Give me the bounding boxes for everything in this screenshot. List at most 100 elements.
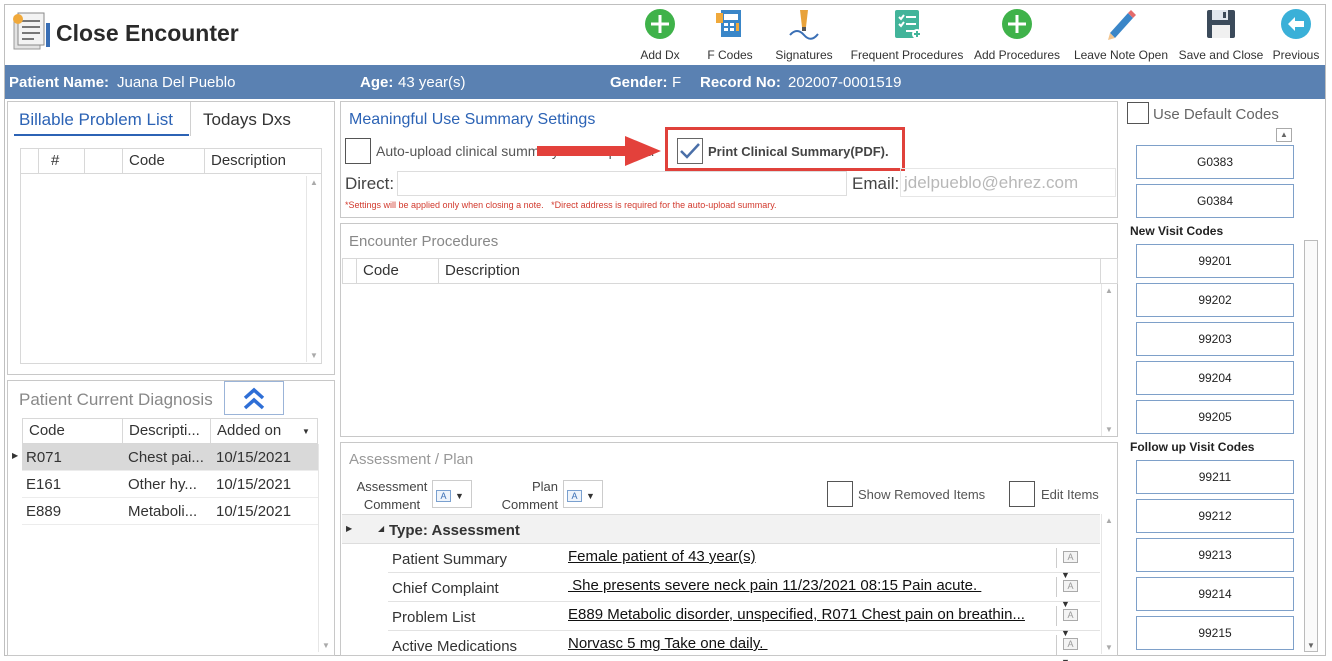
add-dx-button[interactable]: Add Dx [633,5,687,63]
leave-note-open-button[interactable]: Leave Note Open [1072,5,1170,63]
row-label: Chief Complaint [392,580,499,597]
row-value[interactable]: She presents severe neck pain 11/23/2021… [568,577,1052,594]
codes-scrollbar[interactable]: ▼ [1304,240,1318,652]
codes-scroll-up-icon[interactable]: ▲ [1276,128,1292,142]
col-description[interactable]: Description [205,149,323,173]
assessment-row[interactable]: Patient Summary Female patient of 43 yea… [388,544,1100,580]
scroll-down-icon[interactable]: ▼ [1105,425,1113,434]
diagnosis-header: Code Descripti... Added on ▼ [22,418,318,444]
collapse-button[interactable] [224,381,284,415]
diagnosis-panel-title: Patient Current Diagnosis [19,390,213,409]
scroll-up-icon[interactable]: ▲ [310,178,318,187]
assessment-row[interactable]: Chief Complaint She presents severe neck… [388,573,1100,609]
col-dx-code[interactable]: Code [23,419,123,443]
table-row[interactable]: E889 Metaboli... 10/15/2021 [22,498,318,525]
code-button-99211[interactable]: 99211 [1136,460,1294,494]
direct-address-input[interactable] [397,171,847,196]
row-format-dropdown[interactable]: A▼ [1056,548,1090,580]
print-summary-checkbox[interactable] [677,138,703,164]
patient-gender: F [672,74,682,91]
record-label: Record No: [700,74,781,91]
dx-description: Metaboli... [128,503,198,520]
assessment-scrollbar[interactable]: ▲ ▼ [1101,514,1115,654]
table-row[interactable]: ▶ R071 Chest pai... 10/15/2021 [12,444,318,471]
dx-date: 10/15/2021 [216,503,292,520]
frequent-procedures-label: Frequent Procedures [850,48,964,62]
checkmark-icon [680,143,700,159]
previous-button[interactable]: Previous [1270,5,1322,63]
page-title: Close Encounter [56,20,239,46]
dx-date: 10/15/2021 [216,476,292,493]
tab-divider [190,102,191,136]
plus-circle-icon [1000,7,1034,41]
direct-label: Direct: [345,174,395,193]
row-label: Problem List [392,609,476,626]
add-procedures-button[interactable]: Add Procedures [972,5,1062,63]
row-format-dropdown[interactable]: A▼ [1056,635,1090,661]
use-default-codes-checkbox[interactable] [1127,102,1149,124]
row-label: Patient Summary [392,551,508,568]
assessment-row[interactable]: Active Medications Norvasc 5 mg Take one… [388,631,1100,661]
dx-date: 10/15/2021 [216,449,292,466]
code-button-g0384[interactable]: G0384 [1136,184,1294,218]
row-format-dropdown[interactable]: A▼ [1056,606,1090,638]
expand-triangle-icon[interactable]: ◢ [378,524,384,533]
code-button-99204[interactable]: 99204 [1136,361,1294,395]
chevron-down-icon: ▼ [586,490,595,501]
assessment-comment-format-dropdown[interactable]: A ▼ [432,480,472,508]
scroll-up-icon[interactable]: ▲ [1105,286,1113,295]
code-button-99215[interactable]: 99215 [1136,616,1294,650]
email-input[interactable]: jdelpueblo@ehrez.com [900,168,1116,197]
dx-code: E889 [26,503,62,520]
plan-comment-label-1: Plan [531,479,558,494]
assessment-group-header[interactable]: ▶ ◢ Type: Assessment [342,514,1100,544]
code-button-99214[interactable]: 99214 [1136,577,1294,611]
settings-note: *Settings will be applied only when clos… [345,200,777,210]
code-button-99205[interactable]: 99205 [1136,400,1294,434]
assessment-row[interactable]: Problem List E889 Metabolic disorder, un… [388,602,1100,638]
col-proc-description[interactable]: Description [439,259,1101,283]
text-format-icon: A [436,489,451,502]
scroll-down-icon[interactable]: ▼ [1105,643,1113,652]
col-proc-code[interactable]: Code [357,259,439,283]
col-number[interactable]: # [39,149,85,173]
row-value[interactable]: E889 Metabolic disorder, unspecified, R0… [568,606,1052,623]
frequent-procedures-button[interactable]: Frequent Procedures [849,5,965,63]
row-value[interactable]: Norvasc 5 mg Take one daily. [568,635,1052,652]
f-codes-label: F Codes [707,48,753,62]
code-button-99202[interactable]: 99202 [1136,283,1294,317]
row-value[interactable]: Female patient of 43 year(s) [568,548,1052,565]
procedures-scrollbar[interactable]: ▲ ▼ [1101,284,1115,436]
edit-items-checkbox[interactable] [1009,481,1035,507]
previous-label: Previous [1272,48,1320,62]
row-pointer-icon: ▶ [346,524,353,533]
code-button-99213[interactable]: 99213 [1136,538,1294,572]
row-label: Active Medications [392,638,518,655]
code-button-99201[interactable]: 99201 [1136,244,1294,278]
save-and-close-button[interactable]: Save and Close [1177,5,1265,63]
plan-comment-format-dropdown[interactable]: A ▼ [563,480,603,508]
active-tab-underline [14,134,189,136]
scroll-down-icon[interactable]: ▼ [1307,641,1315,650]
tab-billable-problem-list[interactable]: Billable Problem List [19,110,173,130]
code-button-g0383[interactable]: G0383 [1136,145,1294,179]
scroll-up-icon[interactable]: ▲ [1105,516,1113,525]
f-codes-button[interactable]: F Codes [703,5,757,63]
row-format-dropdown[interactable]: A▼ [1056,577,1090,609]
diagnosis-scrollbar[interactable]: ▼ [318,444,332,652]
table-row[interactable]: E161 Other hy... 10/15/2021 [22,471,318,498]
floppy-disk-icon [1204,7,1238,41]
scroll-down-icon[interactable]: ▼ [310,351,318,360]
add-dx-label: Add Dx [640,48,680,62]
col-dx-description[interactable]: Descripti... [123,419,211,443]
tab-todays-dxs[interactable]: Todays Dxs [203,110,291,130]
col-code[interactable]: Code [123,149,205,173]
auto-upload-checkbox[interactable] [345,138,371,164]
signatures-button[interactable]: Signatures [772,5,836,63]
scroll-down-icon[interactable]: ▼ [322,641,330,650]
problem-list-scrollbar[interactable]: ▲ ▼ [306,176,320,362]
sort-caret-icon[interactable]: ▼ [302,427,310,436]
code-button-99212[interactable]: 99212 [1136,499,1294,533]
show-removed-checkbox[interactable] [827,481,853,507]
code-button-99203[interactable]: 99203 [1136,322,1294,356]
